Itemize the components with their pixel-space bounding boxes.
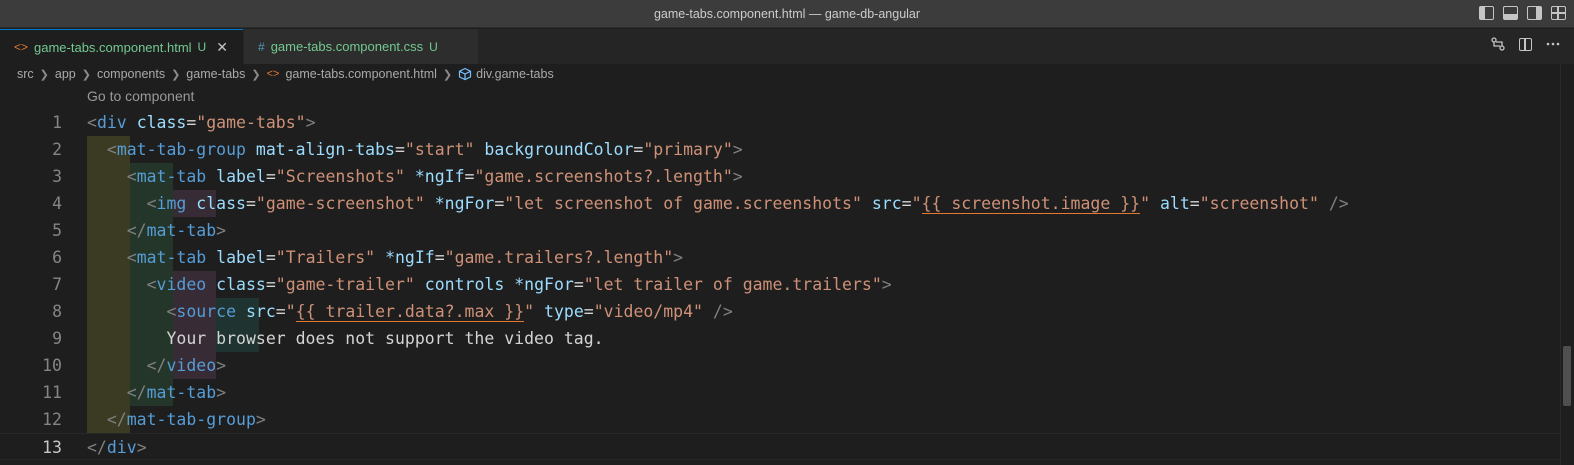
code-line-current: 13 </div> bbox=[0, 433, 1560, 460]
breadcrumb-item-components[interactable]: components bbox=[97, 67, 165, 81]
chevron-right-icon: ❯ bbox=[81, 68, 91, 81]
code-line: 3 <mat-tab label="Screenshots" *ngIf="ga… bbox=[0, 163, 1560, 190]
more-actions-icon[interactable] bbox=[1546, 42, 1560, 46]
code-line: 6 <mat-tab label="Trailers" *ngIf="game.… bbox=[0, 244, 1560, 271]
line-content: </div> bbox=[87, 438, 147, 457]
line-number: 3 bbox=[52, 167, 62, 186]
line-number: 11 bbox=[42, 383, 62, 402]
tab-label: game-tabs.component.css bbox=[270, 39, 424, 54]
editor-scrollbar[interactable] bbox=[1560, 64, 1574, 465]
chevron-right-icon: ❯ bbox=[39, 68, 49, 81]
window-title: game-tabs.component.html — game-db-angul… bbox=[653, 7, 921, 21]
codelens-go-to-component[interactable]: Go to component bbox=[87, 88, 194, 104]
chevron-right-icon: ❯ bbox=[251, 68, 261, 81]
breadcrumb-item-game-tabs[interactable]: game-tabs bbox=[186, 67, 245, 81]
line-number: 6 bbox=[52, 248, 62, 267]
breadcrumb-item-app[interactable]: app bbox=[55, 67, 76, 81]
line-content: <img class="game-screenshot" *ngFor="let… bbox=[146, 194, 1349, 214]
untracked-badge: U bbox=[429, 39, 438, 54]
breadcrumb-item-src[interactable]: src bbox=[17, 67, 34, 81]
html-icon: <> bbox=[266, 68, 280, 80]
line-number: 7 bbox=[52, 275, 62, 294]
line-number: 2 bbox=[52, 140, 62, 159]
code-line: 4 <img class="game-screenshot" *ngFor="l… bbox=[0, 190, 1560, 217]
untracked-badge: U bbox=[197, 40, 207, 54]
code-line: 7 <video class="game-trailer" controls *… bbox=[0, 271, 1560, 298]
code-editor[interactable]: Go to component 1 <div class="game-tabs"… bbox=[0, 84, 1560, 465]
open-changes-icon[interactable] bbox=[1491, 37, 1505, 51]
close-icon[interactable]: ✕ bbox=[216, 39, 228, 56]
line-number: 10 bbox=[42, 356, 62, 375]
line-content: </mat-tab> bbox=[126, 221, 227, 240]
chevron-right-icon: ❯ bbox=[171, 68, 181, 81]
breadcrumb: src ❯ app ❯ components ❯ game-tabs ❯ <> … bbox=[0, 64, 1574, 84]
tab-game-tabs-component-html[interactable]: <> game-tabs.component.html U ✕ bbox=[0, 29, 243, 64]
line-content: <mat-tab label="Screenshots" *ngIf="game… bbox=[126, 167, 743, 186]
line-content: </mat-tab-group> bbox=[106, 410, 266, 429]
toggle-panel-icon[interactable] bbox=[1503, 6, 1518, 20]
tab-label: game-tabs.component.html bbox=[34, 39, 192, 55]
title-bar: game-tabs.component.html — game-db-angul… bbox=[0, 0, 1574, 28]
code-line: 1 <div class="game-tabs"> bbox=[0, 109, 1560, 136]
line-number: 5 bbox=[52, 221, 62, 240]
layout-controls bbox=[1479, 6, 1566, 20]
line-content: <video class="game-trailer" controls *ng… bbox=[146, 275, 892, 294]
line-content: <mat-tab label="Trailers" *ngIf="game.tr… bbox=[126, 248, 684, 267]
breadcrumb-item-file[interactable]: game-tabs.component.html bbox=[285, 67, 436, 81]
line-number: 1 bbox=[52, 113, 62, 132]
scrollbar-thumb[interactable] bbox=[1563, 346, 1571, 406]
line-number: 4 bbox=[52, 194, 62, 213]
line-number: 9 bbox=[52, 329, 62, 348]
editor-tabs-bar: <> game-tabs.component.html U ✕ # game-t… bbox=[0, 29, 1574, 64]
line-content: </mat-tab> bbox=[126, 383, 227, 402]
line-content: </video> bbox=[146, 356, 227, 375]
line-number: 13 bbox=[42, 438, 62, 457]
css-icon: # bbox=[258, 39, 265, 54]
editor-actions bbox=[1491, 37, 1560, 51]
line-content: <div class="game-tabs"> bbox=[87, 113, 316, 132]
element-cube-icon bbox=[459, 67, 472, 81]
tab-game-tabs-component-css[interactable]: # game-tabs.component.css U bbox=[244, 29, 478, 64]
code-line: 11 </mat-tab> bbox=[0, 379, 1560, 406]
code-line: 9 Your browser does not support the vide… bbox=[0, 325, 1560, 352]
code-line: 12 </mat-tab-group> bbox=[0, 406, 1560, 433]
line-number: 8 bbox=[52, 302, 62, 321]
breadcrumb-item-symbol[interactable]: div.game-tabs bbox=[476, 67, 554, 81]
line-content: <source src="{{ trailer.data?.max }}" ty… bbox=[166, 302, 733, 322]
line-content: <mat-tab-group mat-align-tabs="start" ba… bbox=[106, 140, 743, 159]
chevron-right-icon: ❯ bbox=[442, 68, 453, 81]
toggle-secondary-sidebar-icon[interactable] bbox=[1527, 6, 1542, 20]
line-content: Your browser does not support the video … bbox=[166, 329, 604, 348]
code-line: 10 </video> bbox=[0, 352, 1560, 379]
code-line: 5 </mat-tab> bbox=[0, 217, 1560, 244]
line-number: 12 bbox=[42, 410, 62, 429]
customize-layout-icon[interactable] bbox=[1551, 6, 1566, 20]
code-line: 8 <source src="{{ trailer.data?.max }}" … bbox=[0, 298, 1560, 325]
split-editor-icon[interactable] bbox=[1519, 37, 1532, 51]
html-icon: <> bbox=[14, 40, 29, 54]
toggle-primary-sidebar-icon[interactable] bbox=[1479, 6, 1494, 20]
code-line: 2 <mat-tab-group mat-align-tabs="start" … bbox=[0, 136, 1560, 163]
